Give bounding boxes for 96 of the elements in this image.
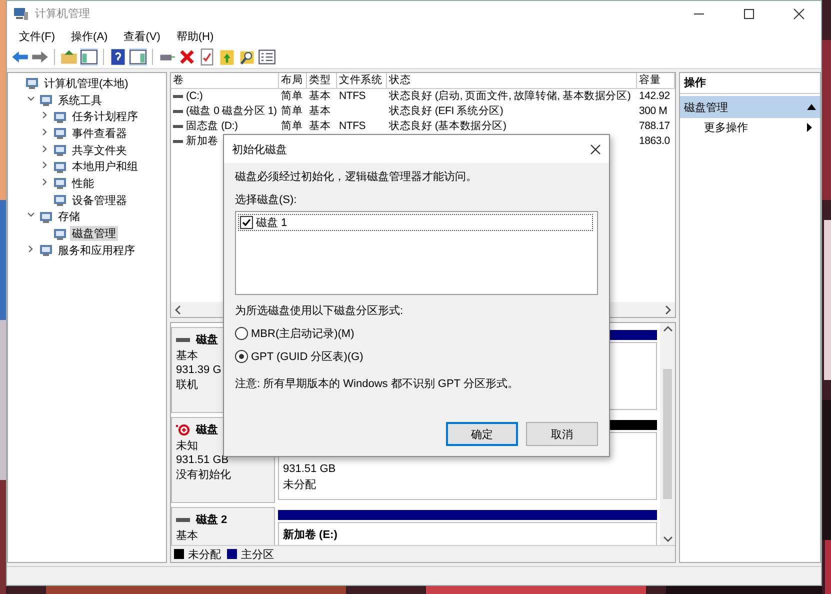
table-cell: 新加卷 — [186, 134, 218, 149]
dialog-button[interactable]: 取消 — [526, 422, 598, 446]
disk-detail: 联机 — [176, 378, 198, 392]
partition-detail: 未分配 — [283, 478, 316, 492]
scroll-right-icon[interactable] — [664, 304, 672, 314]
menu-item[interactable]: 操作(A) — [63, 28, 116, 44]
column-header[interactable]: 卷 — [171, 73, 279, 89]
dialog-title: 初始化磁盘 — [232, 142, 287, 156]
console-icon — [53, 226, 67, 241]
disk-detail: 未知 — [176, 439, 198, 453]
action-pane-icon[interactable] — [129, 48, 147, 66]
tree-item[interactable]: 事件查看器 — [70, 126, 129, 141]
disk-name: 磁盘 2 — [196, 513, 228, 527]
disk-list[interactable]: 磁盘 1 — [235, 211, 598, 295]
table-cell: 基本 — [309, 89, 331, 104]
column-header[interactable]: 类型 — [307, 73, 337, 89]
dialog-note: 注意: 所有早期版本的 Windows 都不识别 GPT 分区形式。 — [235, 376, 518, 391]
radio-option[interactable]: GPT (GUID 分区表)(G) — [235, 349, 364, 364]
console-icon — [39, 210, 53, 224]
table-cell: 300 M — [639, 104, 668, 119]
tree-item[interactable]: 性能 — [70, 176, 96, 191]
table-cell: 状态良好 (EFI 系统分区) — [389, 104, 504, 119]
actions-section[interactable]: 磁盘管理 — [680, 96, 820, 118]
properties-icon[interactable] — [258, 48, 276, 66]
column-header[interactable]: 状态 — [387, 73, 637, 89]
menu-item[interactable]: 查看(V) — [116, 28, 168, 44]
table-cell: 状态良好 (启动, 页面文件, 故障转储, 基本数据分区) — [389, 89, 631, 104]
console-tree-icon[interactable] — [80, 48, 98, 66]
column-header[interactable]: 布局 — [279, 73, 307, 89]
table-cell: 142.92 — [639, 89, 670, 104]
partition-detail: 931.51 GB — [283, 463, 336, 475]
console-icon — [53, 126, 67, 140]
disk-name: 磁盘 — [196, 423, 218, 437]
console-icon — [53, 160, 67, 174]
column-header[interactable]: 容量 — [637, 73, 675, 89]
window-title: 计算机管理 — [35, 7, 91, 21]
disk-detail: 基本 — [176, 529, 198, 543]
disk-name: 磁盘 — [196, 333, 218, 347]
table-cell: (C:) — [186, 89, 203, 104]
radio-option[interactable]: MBR(主启动记录)(M) — [235, 326, 354, 341]
table-cell: (磁盘 0 磁盘分区 1) — [186, 104, 277, 119]
disk-detail: 931.39 G — [176, 364, 222, 376]
close-icon[interactable] — [590, 144, 601, 154]
list-item[interactable]: 磁盘 1 — [238, 214, 593, 231]
scroll-down-icon[interactable] — [662, 535, 672, 543]
console-icon — [53, 110, 67, 124]
scroll-up-icon[interactable] — [662, 325, 672, 333]
table-cell: 状态良好 (基本数据分区) — [389, 119, 506, 134]
menu-item[interactable]: 帮助(H) — [168, 28, 222, 44]
actions-header: 操作 — [684, 77, 706, 89]
console-icon — [53, 193, 67, 208]
tree-item[interactable]: 磁盘管理 — [70, 226, 118, 242]
submenu-triangle-icon — [807, 123, 812, 132]
dialog-message: 磁盘必须经过初始化，逻辑磁盘管理器才能访问。 — [235, 170, 477, 184]
console-icon — [39, 93, 53, 108]
tree-item[interactable]: 设备管理器 — [70, 192, 129, 208]
table-cell: 基本 — [309, 119, 331, 134]
table-cell: 固态盘 (D:) — [186, 119, 238, 134]
tree-item[interactable]: 系统工具 — [56, 92, 104, 108]
checklist-icon[interactable] — [198, 48, 216, 66]
checkbox[interactable] — [240, 216, 253, 229]
scroll-left-icon[interactable] — [174, 304, 182, 314]
table-cell: 简单 — [281, 89, 303, 104]
table-cell: 788.17 — [639, 119, 670, 134]
tree-item[interactable]: 服务和应用程序 — [56, 242, 137, 258]
console-icon — [53, 176, 67, 190]
table-cell: NTFS — [339, 119, 366, 134]
tree-item[interactable]: 本地用户和组 — [70, 159, 140, 174]
tree-item[interactable]: 计算机管理(本地) — [42, 76, 130, 91]
action-item[interactable]: 更多操作 — [680, 118, 820, 137]
tree-item[interactable]: 共享文件夹 — [70, 142, 129, 158]
tree-item[interactable]: 任务计划程序 — [70, 109, 140, 124]
partition-title: 新加卷 (E:) — [283, 528, 338, 542]
computer-icon — [13, 6, 29, 22]
field-label: 为所选磁盘使用以下磁盘分区形式: — [235, 304, 404, 318]
table-cell: NTFS — [339, 89, 366, 104]
table-cell: 1863.0 — [639, 134, 670, 149]
tree-item[interactable]: 存储 — [56, 209, 82, 224]
legend-label: 主分区 — [241, 548, 274, 562]
delete-icon[interactable] — [178, 48, 196, 66]
console-icon — [39, 243, 53, 258]
console-icon — [25, 76, 39, 90]
table-cell: 简单 — [281, 119, 303, 134]
folder-up-icon[interactable] — [60, 48, 78, 66]
menu-item[interactable]: 文件(F) — [11, 28, 64, 44]
help-icon[interactable] — [109, 48, 127, 66]
table-cell: 基本 — [309, 104, 331, 119]
field-label: 选择磁盘(S): — [235, 193, 297, 207]
console-icon — [53, 143, 67, 158]
disk-detail: 没有初始化 — [176, 468, 231, 482]
legend-label: 未分配 — [188, 548, 221, 562]
column-header[interactable]: 文件系统 — [337, 73, 387, 89]
dialog-button[interactable]: 确定 — [446, 422, 518, 446]
disk-detail: 基本 — [176, 349, 198, 363]
vertical-scrollbar[interactable] — [660, 323, 675, 545]
table-cell: 简单 — [281, 104, 303, 119]
